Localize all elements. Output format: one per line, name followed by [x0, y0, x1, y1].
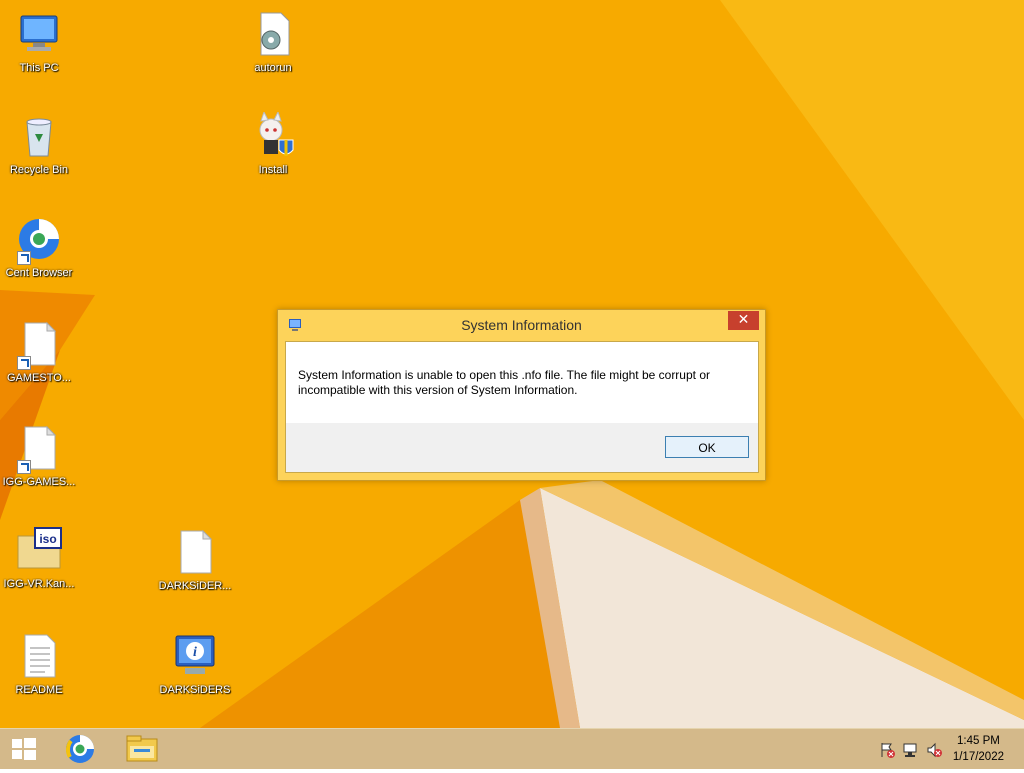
settings-file-icon — [249, 10, 297, 58]
text-file-icon — [15, 632, 63, 680]
svg-text:iso: iso — [39, 532, 56, 546]
desktop-icon-darksiders-nfo[interactable]: i DARKSiDERS — [156, 632, 234, 696]
iso-file-icon: iso — [15, 526, 63, 574]
desktop-icon-label: DARKSiDERS — [159, 684, 231, 696]
desktop-icon-readme[interactable]: README — [0, 632, 78, 696]
desktop-icon-label: GAMESTO... — [7, 372, 71, 384]
desktop-icon-label: This PC — [19, 62, 59, 74]
shortcut-arrow-icon — [17, 356, 31, 370]
dialog-message: System Information is unable to open thi… — [298, 368, 738, 398]
desktop-icon-label: IGG-GAMES... — [2, 476, 76, 488]
shortcut-arrow-icon — [17, 251, 31, 265]
system-info-icon: i — [171, 632, 219, 680]
desktop-icon-autorun[interactable]: autorun — [234, 10, 312, 74]
system-tray: 1:45 PM 1/17/2022 — [864, 729, 1024, 769]
desktop-icon-label: README — [15, 684, 63, 696]
cent-browser-icon — [65, 735, 94, 763]
close-icon: ✕ — [737, 312, 750, 328]
desktop-icon-recycle-bin[interactable]: Recycle Bin — [0, 112, 78, 176]
taskbar-file-explorer[interactable] — [118, 729, 166, 769]
dialog-footer: OK — [286, 423, 758, 472]
install-anime-icon — [249, 110, 297, 160]
close-button[interactable]: ✕ — [728, 311, 759, 330]
action-center-flag-icon[interactable] — [879, 742, 895, 758]
volume-muted-icon[interactable] — [926, 742, 942, 758]
desktop-icon-cent-browser[interactable]: Cent Browser — [0, 215, 78, 279]
recycle-bin-icon — [15, 112, 63, 160]
network-icon[interactable] — [902, 742, 918, 758]
cent-browser-icon — [15, 215, 63, 265]
windows-logo-icon — [12, 738, 36, 760]
desktop-icon-darksiders-file[interactable]: DARKSiDER... — [156, 528, 234, 592]
system-information-dialog: System Information ✕ System Information … — [277, 309, 766, 481]
desktop-icon-label: Install — [258, 164, 288, 176]
start-button[interactable] — [0, 729, 48, 769]
desktop-icon-label: autorun — [254, 62, 292, 74]
ok-button[interactable]: OK — [665, 436, 749, 458]
dialog-message-line-2: incompatible with this version of System… — [298, 383, 578, 397]
taskbar-cent-browser[interactable] — [56, 729, 104, 769]
desktop: This PC autorun Recycle Bin Install Cent… — [0, 0, 1024, 728]
desktop-icon-label: Recycle Bin — [9, 164, 69, 176]
file-shortcut-icon — [15, 320, 63, 370]
clock-time: 1:45 PM — [957, 735, 1000, 747]
dialog-body: System Information is unable to open thi… — [285, 341, 759, 473]
desktop-icon-this-pc[interactable]: This PC — [0, 10, 78, 74]
desktop-icon-igg-vr[interactable]: iso IGG-VR.Kan... — [0, 526, 78, 590]
taskbar: 1:45 PM 1/17/2022 — [0, 728, 1024, 769]
dialog-message-line-1: System Information is unable to open thi… — [298, 368, 710, 382]
desktop-icon-label: IGG-VR.Kan... — [3, 578, 75, 590]
desktop-icon-label: Cent Browser — [5, 267, 73, 279]
this-pc-icon — [15, 10, 63, 58]
clock[interactable]: 1:45 PM 1/17/2022 — [953, 733, 1004, 765]
desktop-icon-install[interactable]: Install — [234, 110, 312, 176]
dialog-title: System Information — [461, 317, 582, 333]
desktop-icon-igg-games[interactable]: IGG-GAMES... — [0, 424, 78, 488]
clock-date: 1/17/2022 — [952, 751, 1004, 763]
file-explorer-icon — [126, 735, 158, 762]
desktop-icon-gamesto[interactable]: GAMESTO... — [0, 320, 78, 384]
desktop-icon-label: DARKSiDER... — [158, 580, 232, 592]
shortcut-arrow-icon — [17, 460, 31, 474]
svg-text:i: i — [193, 645, 197, 660]
file-icon — [171, 528, 219, 576]
file-shortcut-icon — [15, 424, 63, 474]
